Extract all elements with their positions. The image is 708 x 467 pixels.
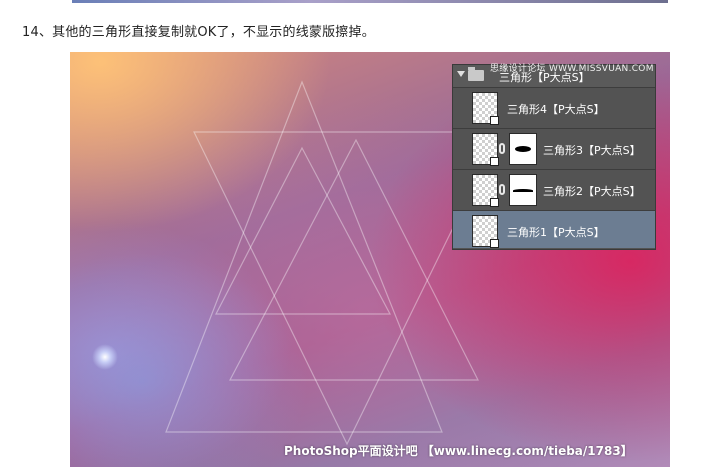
layer-row-triangle-1[interactable]: 三角形1【P大点S】 (453, 211, 655, 248)
layer-name: 三角形2【P大点S】 (543, 185, 641, 198)
layer-mask-thumbnail[interactable] (509, 174, 537, 206)
layers-panel: 三角形【P大点S】 三角形4【P大点S】 三角形3【P大点S】 三角形2【P大点… (452, 64, 656, 250)
triangle-outline-medium (229, 138, 479, 381)
mask-shape (515, 146, 531, 152)
layer-name: 三角形1【P大点S】 (507, 226, 605, 239)
layer-thumbnail (472, 133, 499, 166)
mask-shape (513, 189, 533, 192)
layer-row-triangle-4[interactable]: 三角形4【P大点S】 (453, 88, 655, 129)
site-watermark: 思缘设计论坛 WWW.MISSVUAN.COM (490, 64, 654, 74)
layer-thumbnail (472, 174, 499, 207)
layer-thumbnail (472, 215, 499, 248)
link-chain-icon[interactable] (499, 143, 505, 154)
link-chain-icon[interactable] (499, 184, 505, 195)
layer-name: 三角形3【P大点S】 (543, 144, 641, 157)
bottom-watermark-text: PhotoShop平面设计吧 【www.linecg.com/tieba/178… (284, 444, 633, 458)
folder-icon (468, 67, 484, 81)
expand-arrow-icon[interactable] (457, 71, 465, 77)
shape-layer-badge-icon (490, 116, 499, 125)
layer-thumbnail (472, 92, 499, 125)
step-instruction: 14、其他的三角形直接复制就OK了，不显示的线蒙版擦掉。 (22, 25, 375, 40)
top-divider (72, 0, 668, 3)
shape-layer-badge-icon (490, 157, 499, 166)
layer-row-triangle-2[interactable]: 三角形2【P大点S】 (453, 170, 655, 211)
shape-layer-badge-icon (490, 239, 499, 248)
layer-name: 三角形4【P大点S】 (507, 103, 605, 116)
layer-row-triangle-3[interactable]: 三角形3【P大点S】 (453, 129, 655, 170)
shape-layer-badge-icon (490, 198, 499, 207)
layer-mask-thumbnail[interactable] (509, 133, 537, 165)
